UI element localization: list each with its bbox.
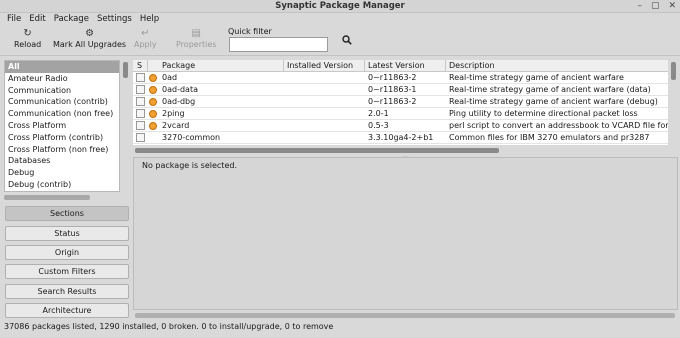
category-item[interactable]: Debug (contrib) xyxy=(5,179,119,191)
category-list[interactable]: All Amateur Radio Communication Communic… xyxy=(4,60,120,192)
description: Common files for IBM 3270 emulators and … xyxy=(449,133,650,142)
category-item[interactable]: Communication (non free) xyxy=(5,108,119,120)
origin-button[interactable]: Origin xyxy=(5,245,129,260)
supported-icon xyxy=(149,110,157,118)
properties-icon: ▤ xyxy=(191,28,201,39)
col-description[interactable]: Description xyxy=(449,61,495,70)
description: Ping utility to determine directional pa… xyxy=(449,109,638,118)
category-item[interactable]: Amateur Radio xyxy=(5,73,119,85)
close-icon[interactable]: ✕ xyxy=(668,1,676,11)
scrollbar-thumb[interactable] xyxy=(671,62,676,80)
reload-button[interactable]: ↻ Reload xyxy=(14,28,41,49)
category-hscrollbar[interactable] xyxy=(4,195,90,200)
category-item[interactable]: Cross Platform (non free) xyxy=(5,144,119,156)
package-vscrollbar[interactable] xyxy=(670,60,678,145)
sections-button[interactable]: Sections xyxy=(5,206,129,221)
toolbar: ↻ Reload ⚙ Mark All Upgrades ↵ Apply ▤ P… xyxy=(0,26,680,56)
category-item[interactable]: All xyxy=(5,61,119,73)
col-installed-version[interactable]: Installed Version xyxy=(287,61,353,70)
category-item[interactable]: Debug xyxy=(5,167,119,179)
status-checkbox[interactable] xyxy=(136,133,145,142)
package-name: 3270-common xyxy=(162,133,221,142)
package-name: 0ad-data xyxy=(162,85,198,94)
menu-settings[interactable]: Settings xyxy=(93,13,136,26)
mark-all-upgrades-button[interactable]: ⚙ Mark All Upgrades xyxy=(53,28,126,49)
table-row[interactable]: 2vcard 0.5-3 perl script to convert an a… xyxy=(133,120,668,132)
title-bar: Synaptic Package Manager – ▢ ✕ xyxy=(0,0,680,13)
package-table: S Package Installed Version Latest Versi… xyxy=(133,60,668,145)
category-item[interactable]: Databases xyxy=(5,155,119,167)
latest-version: 3.3.10ga4-2+b1 xyxy=(368,133,434,142)
status-bar: 37086 packages listed, 1290 installed, 0… xyxy=(4,322,334,331)
col-status[interactable]: S xyxy=(137,61,142,70)
mark-all-upgrades-label: Mark All Upgrades xyxy=(53,40,127,49)
minimize-icon[interactable]: – xyxy=(637,1,642,11)
menu-file[interactable]: File xyxy=(3,13,25,26)
category-scrollbar[interactable] xyxy=(121,60,129,192)
category-item[interactable]: Communication xyxy=(5,85,119,97)
properties-label: Properties xyxy=(176,40,217,49)
apply-label: Apply xyxy=(134,40,157,49)
status-button[interactable]: Status xyxy=(5,226,129,241)
search-icon[interactable] xyxy=(342,35,352,48)
description: Real-time strategy game of ancient warfa… xyxy=(449,73,624,82)
status-checkbox[interactable] xyxy=(136,85,145,94)
table-row[interactable]: 0ad-dbg 0~r11863-2 Real-time strategy ga… xyxy=(133,96,668,108)
table-row[interactable]: 3270-common 3.3.10ga4-2+b1 Common files … xyxy=(133,132,668,144)
latest-version: 2.0-1 xyxy=(368,109,389,118)
quick-filter-label: Quick filter xyxy=(228,27,272,36)
category-item[interactable]: Cross Platform xyxy=(5,120,119,132)
supported-icon xyxy=(149,98,157,106)
status-checkbox[interactable] xyxy=(136,109,145,118)
reload-icon: ↻ xyxy=(23,28,32,39)
package-name: 2ping xyxy=(162,109,185,118)
latest-version: 0~r11863-2 xyxy=(368,73,417,82)
package-name: 0ad-dbg xyxy=(162,97,196,106)
description: Real-time strategy game of ancient warfa… xyxy=(449,85,651,94)
details-message: No package is selected. xyxy=(142,161,237,170)
package-hscrollbar[interactable] xyxy=(135,148,499,153)
search-results-button[interactable]: Search Results xyxy=(5,284,129,299)
menu-edit[interactable]: Edit xyxy=(25,13,49,26)
table-row[interactable]: 0ad 0~r11863-2 Real-time strategy game o… xyxy=(133,72,668,84)
supported-icon xyxy=(149,86,157,94)
menu-bar: File Edit Package Settings Help xyxy=(0,13,680,26)
architecture-button[interactable]: Architecture xyxy=(5,303,129,318)
menu-help[interactable]: Help xyxy=(136,13,163,26)
package-name: 0ad xyxy=(162,73,178,82)
supported-icon xyxy=(149,122,157,130)
properties-button[interactable]: ▤ Properties xyxy=(176,28,216,49)
latest-version: 0.5-3 xyxy=(368,121,389,130)
table-row[interactable]: 2ping 2.0-1 Ping utility to determine di… xyxy=(133,108,668,120)
package-name: 2vcard xyxy=(162,121,190,130)
category-item[interactable]: Communication (contrib) xyxy=(5,96,119,108)
menu-package[interactable]: Package xyxy=(50,13,93,26)
col-package[interactable]: Package xyxy=(162,61,195,70)
apply-arrow-icon: ↵ xyxy=(141,28,150,39)
details-hscrollbar[interactable] xyxy=(135,313,675,318)
custom-filters-button[interactable]: Custom Filters xyxy=(5,264,129,279)
maximize-icon[interactable]: ▢ xyxy=(651,1,660,11)
window-title: Synaptic Package Manager xyxy=(275,1,405,11)
latest-version: 0~r11863-2 xyxy=(368,97,417,106)
gear-icon: ⚙ xyxy=(85,28,95,39)
pane-divider-handle[interactable]: ···· xyxy=(133,154,678,160)
description: perl script to convert an addressbook to… xyxy=(449,121,668,130)
supported-icon xyxy=(149,74,157,82)
status-checkbox[interactable] xyxy=(136,73,145,82)
status-checkbox[interactable] xyxy=(136,121,145,130)
details-pane: No package is selected. xyxy=(133,157,678,310)
latest-version: 0~r11863-1 xyxy=(368,85,417,94)
apply-button[interactable]: ↵ Apply xyxy=(134,28,157,49)
scrollbar-thumb[interactable] xyxy=(123,62,128,78)
table-header: S Package Installed Version Latest Versi… xyxy=(133,60,668,72)
quick-filter-input[interactable] xyxy=(229,37,328,52)
status-checkbox[interactable] xyxy=(136,97,145,106)
table-row[interactable]: 0ad-data 0~r11863-1 Real-time strategy g… xyxy=(133,84,668,96)
reload-label: Reload xyxy=(14,40,42,49)
col-latest-version[interactable]: Latest Version xyxy=(368,61,425,70)
description: Real-time strategy game of ancient warfa… xyxy=(449,97,658,106)
category-item[interactable]: Cross Platform (contrib) xyxy=(5,132,119,144)
